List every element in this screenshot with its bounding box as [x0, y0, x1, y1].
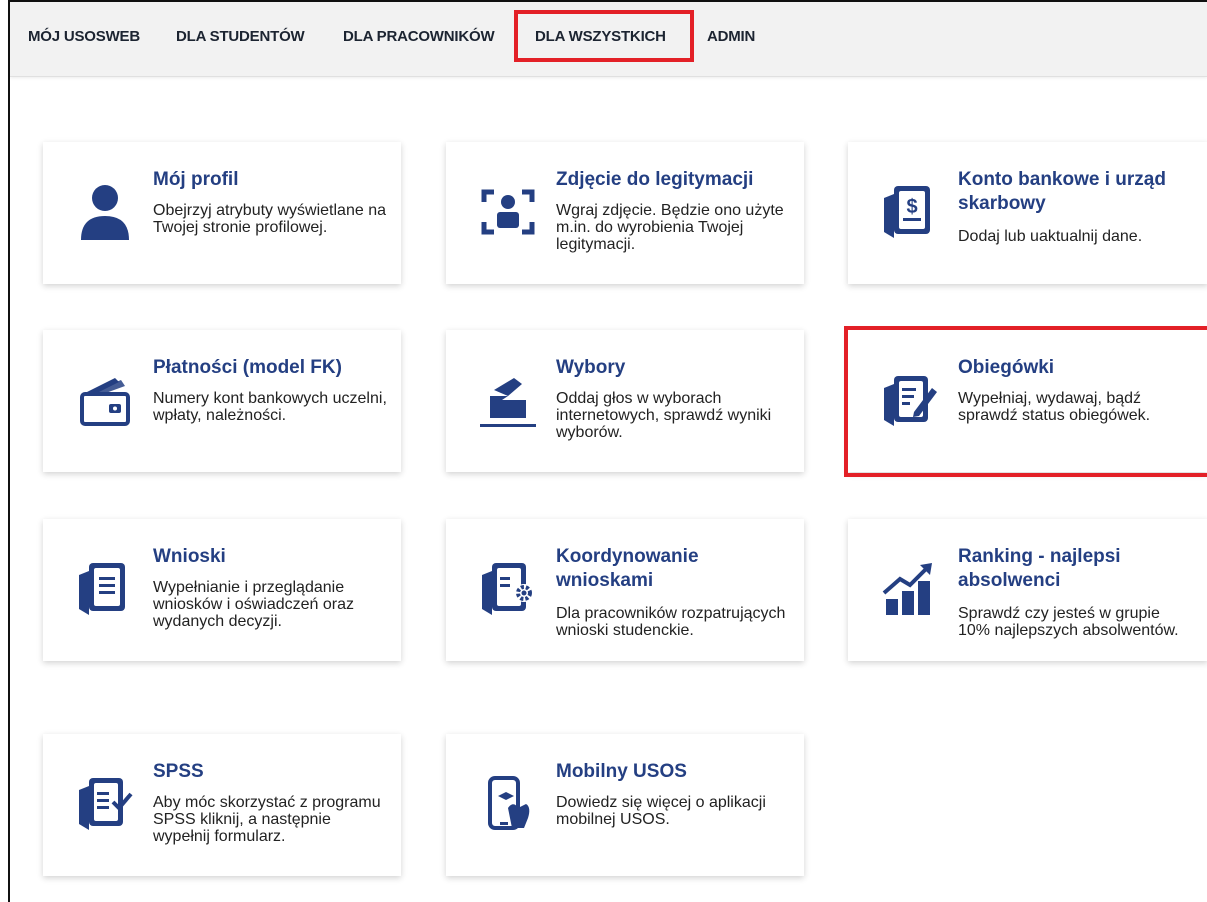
- tile-title: Ranking - najlepsi absolwenci: [958, 546, 1121, 591]
- tile-zdjecie-do-legitymacji[interactable]: Zdjęcie do legitymacji Wgraj zdjęcie. Bę…: [446, 142, 804, 284]
- nav-admin[interactable]: ADMIN: [707, 28, 755, 45]
- ranking-chart-icon: [880, 559, 940, 619]
- frame-left-border: [8, 0, 10, 902]
- tile-title: Koordynowanie wnioskami: [556, 546, 699, 591]
- tile-title: Wnioski: [153, 546, 226, 567]
- document-check-icon: [75, 774, 135, 834]
- tile-wybory[interactable]: Wybory Oddaj głos w wyborach internetowy…: [446, 330, 804, 472]
- document-gear-icon: [478, 559, 538, 619]
- tile-koordynowanie-wnioskami[interactable]: Koordynowanie wnioskami Dla pracowników …: [446, 519, 804, 661]
- documents-icon: [75, 559, 135, 619]
- tile-highlight-box: [844, 326, 1207, 477]
- tile-mobilny-usos[interactable]: Mobilny USOS Dowiedz się więcej o aplika…: [446, 734, 804, 876]
- tile-description: Dowiedz się więcej o aplikacji mobilnej …: [556, 794, 766, 828]
- tile-description: Obejrzyj atrybuty wyświetlane na Twojej …: [153, 202, 386, 236]
- tile-title: Mój profil: [153, 169, 239, 190]
- tile-spss[interactable]: SPSS Aby móc skorzystać z programu SPSS …: [43, 734, 401, 876]
- svg-text:$: $: [906, 196, 917, 218]
- tile-title: Mobilny USOS: [556, 761, 687, 782]
- tile-ranking[interactable]: Ranking - najlepsi absolwenci Sprawdź cz…: [848, 519, 1207, 661]
- tile-title: SPSS: [153, 761, 204, 782]
- mobile-phone-icon: [478, 774, 538, 834]
- tile-platnosci[interactable]: Płatności (model FK) Numery kont bankowy…: [43, 330, 401, 472]
- nav-dla-studentow[interactable]: DLA STUDENTÓW: [176, 28, 305, 45]
- nav-dla-pracownikow[interactable]: DLA PRACOWNIKÓW: [343, 28, 495, 45]
- tile-title: Wybory: [556, 357, 626, 378]
- tile-description: Wypełnianie i przeglądanie wniosków i oś…: [153, 579, 354, 630]
- wallet-icon: [75, 370, 135, 430]
- nav-highlight-box: [514, 10, 694, 62]
- tile-konto-bankowe[interactable]: $ Konto bankowe i urząd skarbowy Dodaj l…: [848, 142, 1207, 284]
- tile-description: Dodaj lub uaktualnij dane.: [958, 228, 1143, 245]
- tile-title: Konto bankowe i urząd skarbowy: [958, 169, 1166, 214]
- tile-description: Sprawdź czy jesteś w grupie 10% najlepsz…: [958, 605, 1179, 639]
- tile-description: Numery kont bankowych uczelni, wpłaty, n…: [153, 390, 387, 424]
- dollar-document-icon: $: [880, 182, 940, 242]
- tile-moj-profil[interactable]: Mój profil Obejrzyj atrybuty wyświetlane…: [43, 142, 401, 284]
- tile-description: Oddaj głos w wyborach internetowych, spr…: [556, 390, 772, 441]
- tile-description: Dla pracowników rozpatrujących wnioski s…: [556, 605, 786, 639]
- tile-title: Zdjęcie do legitymacji: [556, 169, 754, 190]
- nav-moj-usosweb[interactable]: MÓJ USOSWEB: [28, 28, 140, 45]
- tile-wnioski[interactable]: Wnioski Wypełnianie i przeglądanie wnios…: [43, 519, 401, 661]
- ballot-box-icon: [478, 370, 538, 430]
- user-icon: [75, 182, 135, 242]
- tile-description: Wgraj zdjęcie. Będzie ono użyte m.in. do…: [556, 202, 784, 253]
- tile-title: Płatności (model FK): [153, 357, 342, 378]
- tile-description: Aby móc skorzystać z programu SPSS klikn…: [153, 794, 381, 845]
- photo-frame-icon: [478, 182, 538, 242]
